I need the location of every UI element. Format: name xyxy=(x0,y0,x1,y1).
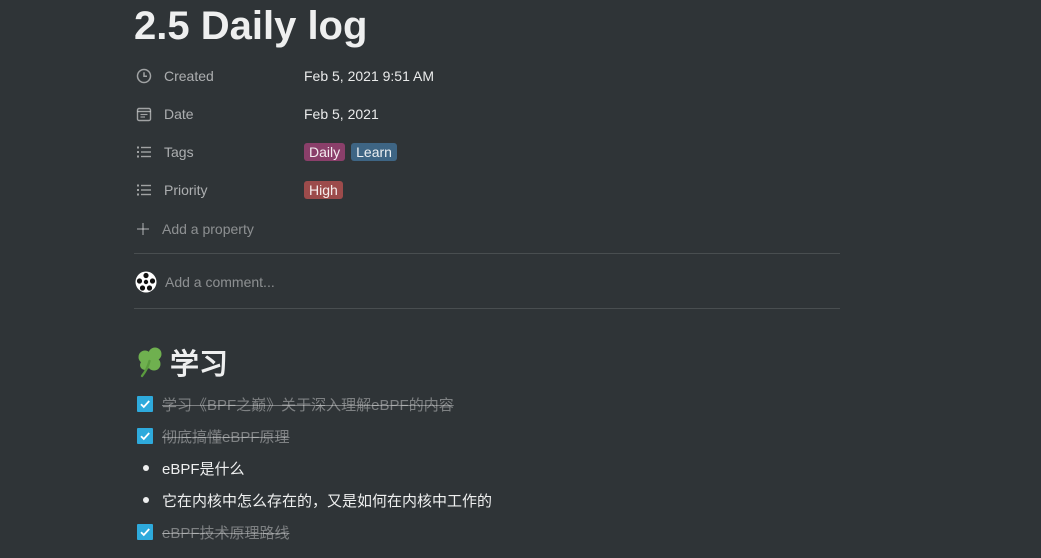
property-value-date[interactable]: Feb 5, 2021 xyxy=(304,106,379,122)
list-icon xyxy=(136,143,158,161)
list-item[interactable]: eBPF是什么 xyxy=(134,453,245,483)
property-label: Created xyxy=(164,68,214,84)
todo-text: 学习《BPF之巅》关于深入理解eBPF的内容 xyxy=(162,396,454,414)
divider xyxy=(134,253,840,254)
plus-icon xyxy=(136,222,158,236)
notion-page: 2.5 Daily log Created Feb 5, 2021 9:51 A… xyxy=(0,0,1041,558)
clock-icon xyxy=(136,67,158,85)
property-name-created[interactable]: Created xyxy=(134,67,304,85)
tag-high[interactable]: High xyxy=(304,181,343,199)
bullet-dot xyxy=(143,497,149,503)
tag-daily[interactable]: Daily xyxy=(304,143,346,161)
property-created[interactable]: Created Feb 5, 2021 9:51 AM xyxy=(134,59,840,93)
property-name-tags[interactable]: Tags xyxy=(134,143,304,161)
add-property-button[interactable]: Add a property xyxy=(134,212,254,246)
section-heading-text: 学习 xyxy=(170,349,229,381)
list-icon xyxy=(136,181,158,199)
calendar-icon xyxy=(136,105,158,123)
bullet-text: 它在内核中怎么存在的，又是如何在内核中工作的 xyxy=(162,492,493,510)
bullet-dot xyxy=(143,465,149,471)
property-date[interactable]: Date Feb 5, 2021 xyxy=(134,97,840,131)
list-item[interactable]: 它在内核中怎么存在的，又是如何在内核中工作的 xyxy=(134,485,492,515)
avatar xyxy=(135,271,157,293)
add-property-label: Add a property xyxy=(162,221,254,237)
page-title[interactable]: 2.5 Daily log xyxy=(134,2,367,50)
property-value-priority[interactable]: High xyxy=(304,181,343,199)
property-name-date[interactable]: Date xyxy=(134,105,304,123)
tag-learn[interactable]: Learn xyxy=(351,143,397,161)
property-label: Tags xyxy=(164,144,194,160)
property-name-priority[interactable]: Priority xyxy=(134,181,304,199)
property-label: Date xyxy=(164,106,194,122)
property-label: Priority xyxy=(164,182,208,198)
bullet-text: eBPF是什么 xyxy=(162,460,245,478)
todo-text: eBPF技术原理路线 xyxy=(162,524,290,542)
divider xyxy=(134,308,840,309)
property-tags[interactable]: Tags Daily Learn xyxy=(134,135,840,169)
comment-input[interactable]: Add a comment... xyxy=(134,268,275,296)
checkbox-checked[interactable] xyxy=(137,428,153,444)
shamrock-icon xyxy=(134,345,168,379)
property-value-created: Feb 5, 2021 9:51 AM xyxy=(304,68,434,84)
property-value-tags[interactable]: Daily Learn xyxy=(304,143,397,161)
todo-item[interactable]: 彻底搞懂eBPF原理 xyxy=(134,421,290,451)
property-priority[interactable]: Priority High xyxy=(134,173,840,207)
comment-placeholder: Add a comment... xyxy=(165,274,275,290)
todo-text: 彻底搞懂eBPF原理 xyxy=(162,428,290,446)
todo-item[interactable]: 学习《BPF之巅》关于深入理解eBPF的内容 xyxy=(134,389,454,419)
section-heading[interactable]: 学习 xyxy=(134,340,228,384)
checkbox-checked[interactable] xyxy=(137,396,153,412)
checkbox-checked[interactable] xyxy=(137,524,153,540)
todo-item[interactable]: eBPF技术原理路线 xyxy=(134,517,290,547)
